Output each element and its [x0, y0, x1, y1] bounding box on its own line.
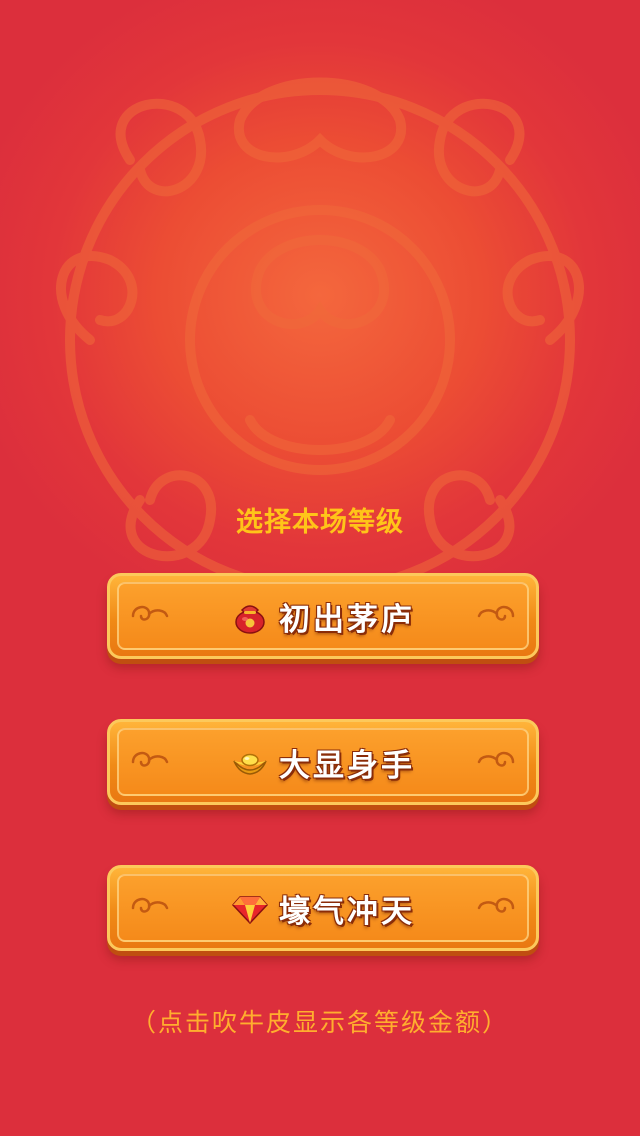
level-label: 壕气冲天	[279, 893, 415, 930]
hint-text: （点击吹牛皮显示各等级金额）	[130, 1008, 509, 1037]
money-bag-icon	[235, 605, 265, 634]
gold-ingot-icon	[233, 753, 267, 775]
level-button-intermediate[interactable]: 大显身手	[107, 719, 539, 805]
level-label: 大显身手	[279, 747, 415, 784]
level-button-advanced[interactable]: 壕气冲天	[107, 865, 539, 951]
level-button-beginner[interactable]: 初出茅庐	[107, 573, 539, 659]
select-level-heading: 选择本场等级	[236, 507, 404, 538]
level-label: 初出茅庐	[279, 601, 415, 638]
diamond-icon	[231, 896, 269, 925]
